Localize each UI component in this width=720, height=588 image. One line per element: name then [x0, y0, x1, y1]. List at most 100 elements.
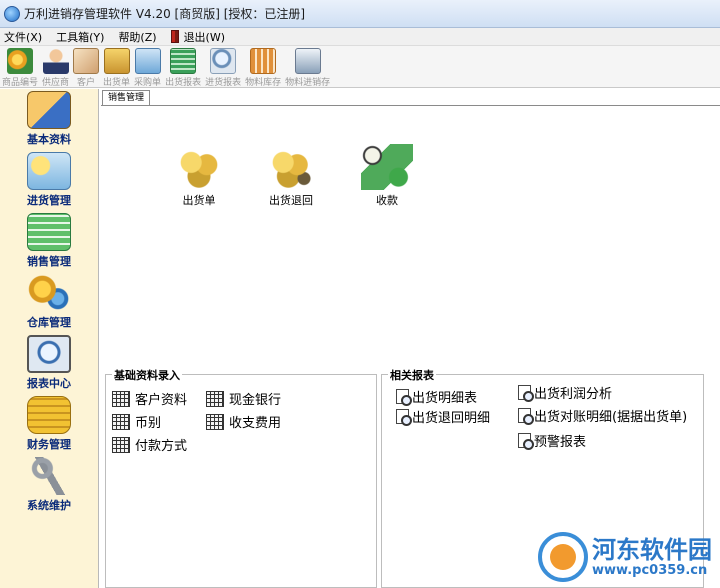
shipment-label: 出货单 [182, 194, 216, 207]
menu-file[interactable]: 文件(X) [4, 29, 42, 45]
sidebar-item-basic-info[interactable]: 基本资料 [0, 89, 99, 150]
cash-bank-label: 现金银行 [229, 393, 282, 408]
sidebar: 基本资料 进货管理 销售管理 仓库管理 报表中心 财务管理 系统维护 [0, 89, 99, 588]
table-grid-icon [112, 390, 130, 407]
report-search-icon [396, 389, 412, 406]
toolbar-purchase-report-button[interactable]: 进货报表 [205, 46, 241, 88]
customer-info-link[interactable]: 客户资料 [112, 389, 187, 408]
stock-icon [294, 48, 321, 74]
basic-entry-title: 基础资料录入 [112, 367, 182, 383]
toolbar-label: 物料进销存 [285, 78, 331, 88]
report-profit-analysis[interactable]: 出货利润分析 [518, 383, 612, 402]
keys-icon [27, 457, 71, 495]
report-reconciliation[interactable]: 出货对账明细(据据出货单) [518, 406, 687, 425]
collect-payment-label: 收款 [376, 194, 398, 207]
toolbar-label: 出货报表 [165, 78, 202, 88]
sidebar-item-label: 销售管理 [27, 255, 71, 268]
report-warning[interactable]: 预警报表 [518, 431, 586, 450]
sidebar-item-finance[interactable]: 财务管理 [0, 394, 99, 455]
sidebar-item-label: 仓库管理 [27, 316, 71, 329]
coin-stack-icon [27, 396, 71, 434]
report-label: 出货对账明细(据据出货单) [534, 410, 688, 425]
watermark: 河东软件园 www.pc0359.cn [538, 532, 712, 582]
gear-flower-icon [7, 48, 33, 74]
coins-docs-icon [27, 152, 71, 190]
cash-bank-link[interactable]: 现金银行 [206, 389, 281, 408]
menu-help[interactable]: 帮助(Z) [118, 29, 156, 45]
sidebar-item-label: 财务管理 [27, 438, 71, 451]
toolbar-label: 出货单 [103, 78, 131, 88]
payment-method-link[interactable]: 付款方式 [112, 435, 187, 454]
table-grid-icon [112, 436, 130, 453]
toolbar-purchase-button[interactable]: 采购单 [134, 46, 161, 88]
income-expense-label: 收支费用 [229, 416, 282, 431]
sidebar-item-label: 基本资料 [27, 133, 71, 146]
toolbar-shipment-report-button[interactable]: 出货报表 [165, 46, 201, 88]
sidebar-item-report-center[interactable]: 报表中心 [0, 333, 99, 394]
report-search-icon [518, 408, 534, 425]
payment-method-label: 付款方式 [135, 439, 188, 454]
menu-exit-label: 退出(W) [183, 30, 226, 44]
person-icon [42, 48, 69, 74]
customer-info-label: 客户资料 [135, 393, 188, 408]
truck-icon [134, 48, 161, 74]
related-reports-title: 相关报表 [388, 367, 436, 383]
toolbar-label: 采购单 [134, 78, 162, 88]
table-grid-icon [206, 413, 224, 430]
report-green-icon [170, 48, 197, 74]
table-grid-icon [206, 390, 224, 407]
report-monitor-icon [27, 335, 71, 373]
shipment-return-button[interactable]: 出货退回 [265, 144, 317, 208]
sidebar-item-purchase[interactable]: 进货管理 [0, 150, 99, 211]
currency-link[interactable]: 币别 [112, 412, 161, 431]
shipment-return-label: 出货退回 [269, 194, 313, 207]
report-search-icon [396, 409, 412, 426]
collect-money-icon [361, 144, 413, 190]
toolbar-customer-button[interactable]: 客户 [73, 46, 100, 88]
report-search-icon [518, 433, 534, 450]
menu-toolbox[interactable]: 工具箱(Y) [56, 29, 104, 45]
card-icon [73, 48, 100, 74]
table-grid-icon [112, 413, 130, 430]
currency-label: 币别 [135, 416, 162, 431]
collect-payment-button[interactable]: 收款 [361, 144, 413, 208]
report-label: 出货明细表 [412, 391, 478, 406]
toolbar-label: 供应商 [42, 78, 70, 88]
toolbar-shipment-button[interactable]: 出货单 [103, 46, 130, 88]
toolbar-label: 进货报表 [205, 78, 242, 88]
income-expense-link[interactable]: 收支费用 [206, 412, 281, 431]
report-shipment-detail[interactable]: 出货明细表 [396, 387, 477, 406]
magnifier-icon [210, 48, 237, 74]
report-label: 预警报表 [534, 435, 587, 450]
app-icon [4, 5, 20, 22]
sidebar-item-label: 进货管理 [27, 194, 71, 207]
toolbar-supplier-button[interactable]: 供应商 [42, 46, 69, 88]
toolbar-material-inout-button[interactable]: 物料进销存 [285, 46, 330, 88]
report-search-icon [518, 385, 534, 402]
main-content: 出货单 出货退回 收款 基础资料录入 客户资料 现金银行 币别 收支费用 付款方… [101, 105, 720, 588]
boxes-icon [103, 48, 130, 74]
watermark-text: 河东软件园 www.pc0359.cn [592, 537, 712, 578]
sidebar-item-system[interactable]: 系统维护 [0, 455, 99, 516]
menu-exit[interactable]: 退出(W) [170, 29, 226, 45]
toolbar-product-code-button[interactable]: 商品编号 [2, 46, 38, 88]
basic-entry-group: 基础资料录入 客户资料 现金银行 币别 收支费用 付款方式 [105, 367, 377, 588]
exit-door-icon [170, 30, 179, 43]
shipment-icon [173, 144, 225, 190]
gears-icon [27, 274, 71, 312]
sidebar-item-label: 系统维护 [27, 499, 71, 512]
tab-sales-management[interactable]: 销售管理 [102, 90, 151, 105]
toolbar: 商品编号 供应商 客户 出货单 采购单 出货报表 进货报表 物料库存 物料进销存 [0, 45, 720, 88]
window-title: 万利进销存管理软件 V4.20 [商贸版] [授权：已注册] [24, 7, 306, 21]
toolbar-label: 客户 [77, 78, 96, 88]
report-label: 出货利润分析 [534, 387, 613, 402]
toolbar-material-stock-button[interactable]: 物料库存 [245, 46, 281, 88]
toolbar-label: 商品编号 [2, 78, 39, 88]
watermark-logo-icon [538, 532, 588, 582]
sidebar-item-warehouse[interactable]: 仓库管理 [0, 272, 99, 333]
report-return-detail[interactable]: 出货退回明细 [396, 407, 490, 426]
shipment-button[interactable]: 出货单 [173, 144, 225, 208]
watermark-name: 河东软件园 [592, 535, 712, 564]
sidebar-item-sales[interactable]: 销售管理 [0, 211, 99, 272]
title-bar: 万利进销存管理软件 V4.20 [商贸版] [授权：已注册] [0, 0, 720, 28]
